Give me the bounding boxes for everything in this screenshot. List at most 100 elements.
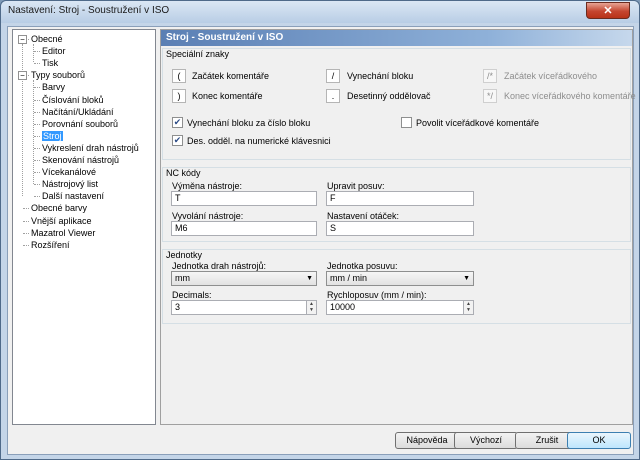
multiline-end-field[interactable]: */: [483, 89, 497, 103]
toolpath-unit-select[interactable]: mm ▼: [171, 271, 317, 286]
tree-item-label: Tisk: [42, 58, 59, 69]
panel-title: Stroj - Soustružení v ISO: [161, 30, 632, 46]
multiline-comments-checkbox[interactable]: [401, 117, 412, 128]
tree-item[interactable]: Barvy: [42, 81, 65, 93]
tree-line: [34, 184, 40, 186]
tree-line: [23, 244, 29, 246]
comment-end-label: Konec komentáře: [192, 91, 263, 101]
tree-item-label: Obecné: [31, 34, 63, 44]
ok-button[interactable]: OK: [567, 432, 631, 449]
tree-item[interactable]: Skenování nástrojů: [42, 154, 119, 166]
settings-tree: Obecné − Editor Tisk Typy souborů − Barvy Číslo…: [12, 29, 156, 425]
tree-line: [23, 208, 29, 210]
tree-item-label: Obecné barvy: [31, 203, 88, 214]
chevron-down-icon: ▼: [463, 275, 470, 282]
tree-line: [23, 220, 29, 222]
tree-line: [23, 232, 29, 234]
tree-item-label: Vícekanálové: [42, 167, 97, 178]
rapid-feed-stepper[interactable]: 10000 ▲ ▼: [326, 300, 474, 315]
comment-end-field[interactable]: ): [172, 89, 186, 103]
tree-line: [34, 160, 40, 161]
tree-item[interactable]: Tisk: [42, 57, 58, 69]
tree-item[interactable]: Nástrojový list: [42, 178, 98, 190]
tree-item[interactable]: Mazatrol Viewer: [31, 227, 95, 239]
spin-down-icon[interactable]: ▼: [307, 307, 316, 313]
units-title: Jednotky: [166, 250, 203, 260]
decimals-stepper[interactable]: 3 ▲ ▼: [171, 300, 317, 315]
skip-after-block-checkbox[interactable]: ✔: [172, 117, 183, 128]
default-button[interactable]: Výchozí: [454, 432, 518, 449]
tree-line: [22, 44, 23, 196]
window-title: Nastavení: Stroj - Soustružení v ISO: [8, 5, 170, 16]
client-area: Obecné − Editor Tisk Typy souborů − Barvy Číslo…: [7, 26, 636, 455]
tree-line: [34, 51, 40, 53]
collapse-icon[interactable]: −: [18, 34, 27, 44]
tree-item-label: Číslování bloků: [42, 94, 104, 105]
tree-item[interactable]: Typy souborů: [31, 69, 85, 81]
spin-down-icon[interactable]: ▼: [464, 307, 473, 313]
tree-item[interactable]: Stroj: [42, 130, 63, 142]
tree-item-label: Editor: [42, 46, 66, 57]
tree-line: [34, 87, 40, 89]
tree-line: [34, 99, 40, 101]
tree-line: [33, 80, 34, 184]
tree-item-label: Typy souborů: [31, 70, 86, 81]
tree-item[interactable]: Načítání/Ukládání: [42, 106, 114, 118]
tree-item-label: Stroj: [42, 130, 63, 141]
tree-item-label: Porovnání souborů: [42, 118, 119, 129]
tree-line: [34, 147, 40, 149]
tree-item-label: Skenování nástrojů: [42, 155, 120, 165]
decimal-sep-label: Desetinný oddělovač: [347, 91, 431, 101]
tool-call-input[interactable]: M6: [171, 221, 317, 236]
multiline-comments-label: Povolit víceřádkové komentáře: [416, 118, 540, 128]
multiline-start-field[interactable]: /*: [483, 69, 497, 83]
tree-item[interactable]: Další nastavení: [42, 190, 104, 202]
tree-item[interactable]: Obecné: [31, 33, 63, 45]
nc-codes-title: NC kódy: [166, 168, 201, 178]
title-bar[interactable]: Nastavení: Stroj - Soustružení v ISO ✕: [1, 1, 639, 23]
chevron-down-icon: ▼: [306, 275, 313, 282]
special-chars-title: Speciální znaky: [166, 49, 230, 59]
help-button[interactable]: Nápověda: [395, 432, 459, 449]
feed-adjust-input[interactable]: F: [326, 191, 474, 206]
rapid-feed-input[interactable]: 10000: [326, 300, 464, 315]
tree-item[interactable]: Obecné barvy: [31, 202, 87, 214]
block-skip-field[interactable]: /: [326, 69, 340, 83]
tree-line: [34, 63, 40, 65]
multiline-start-label: Začátek víceřádkového: [504, 71, 598, 81]
skip-after-block-label: Vynechání bloku za číslo bloku: [187, 118, 311, 128]
tree-line: [34, 111, 40, 113]
tree-item-label: Vykreslení drah nástrojů: [42, 142, 139, 153]
rapid-feed-spin-buttons[interactable]: ▲ ▼: [463, 300, 474, 315]
collapse-icon[interactable]: −: [18, 70, 27, 80]
tree-item[interactable]: Vícekanálové: [42, 166, 96, 178]
decimal-numpad-label: Des. odděl. na numerické klávesnici: [187, 136, 331, 146]
feed-unit-select[interactable]: mm / min ▼: [326, 271, 474, 286]
decimal-numpad-checkbox[interactable]: ✔: [172, 135, 183, 146]
comment-start-label: Začátek komentáře: [192, 71, 270, 81]
settings-window: Nastavení: Stroj - Soustružení v ISO ✕ O…: [0, 0, 640, 460]
settings-panel: Stroj - Soustružení v ISO Speciální znak…: [160, 29, 636, 425]
tree-item[interactable]: Vnější aplikace: [31, 215, 92, 227]
tree-line: [34, 172, 40, 174]
close-button[interactable]: ✕: [586, 2, 630, 19]
tree-item-label: Další nastavení: [42, 191, 105, 202]
tree-item[interactable]: Rozšíření: [31, 239, 70, 251]
tree-line: [33, 44, 34, 62]
decimals-input[interactable]: 3: [171, 300, 307, 315]
tree-line: [34, 196, 40, 198]
tree-item[interactable]: Porovnání souborů: [42, 118, 118, 130]
tree-item[interactable]: Editor: [42, 45, 66, 57]
decimals-spin-buttons[interactable]: ▲ ▼: [306, 300, 317, 315]
tool-change-input[interactable]: T: [171, 191, 317, 206]
tree-item-label: Barvy: [42, 82, 66, 93]
spindle-speed-input[interactable]: S: [326, 221, 474, 236]
decimal-sep-field[interactable]: .: [326, 89, 340, 103]
feed-unit-value: mm / min: [330, 273, 367, 283]
tree-item[interactable]: Číslování bloků: [42, 94, 104, 106]
tree-item[interactable]: Vykreslení drah nástrojů: [42, 142, 139, 154]
multiline-end-label: Konec víceřádkového komentáře: [504, 91, 636, 101]
comment-start-field[interactable]: (: [172, 69, 186, 83]
tree-line: [34, 135, 40, 137]
tree-item-label: Nástrojový list: [42, 179, 99, 190]
